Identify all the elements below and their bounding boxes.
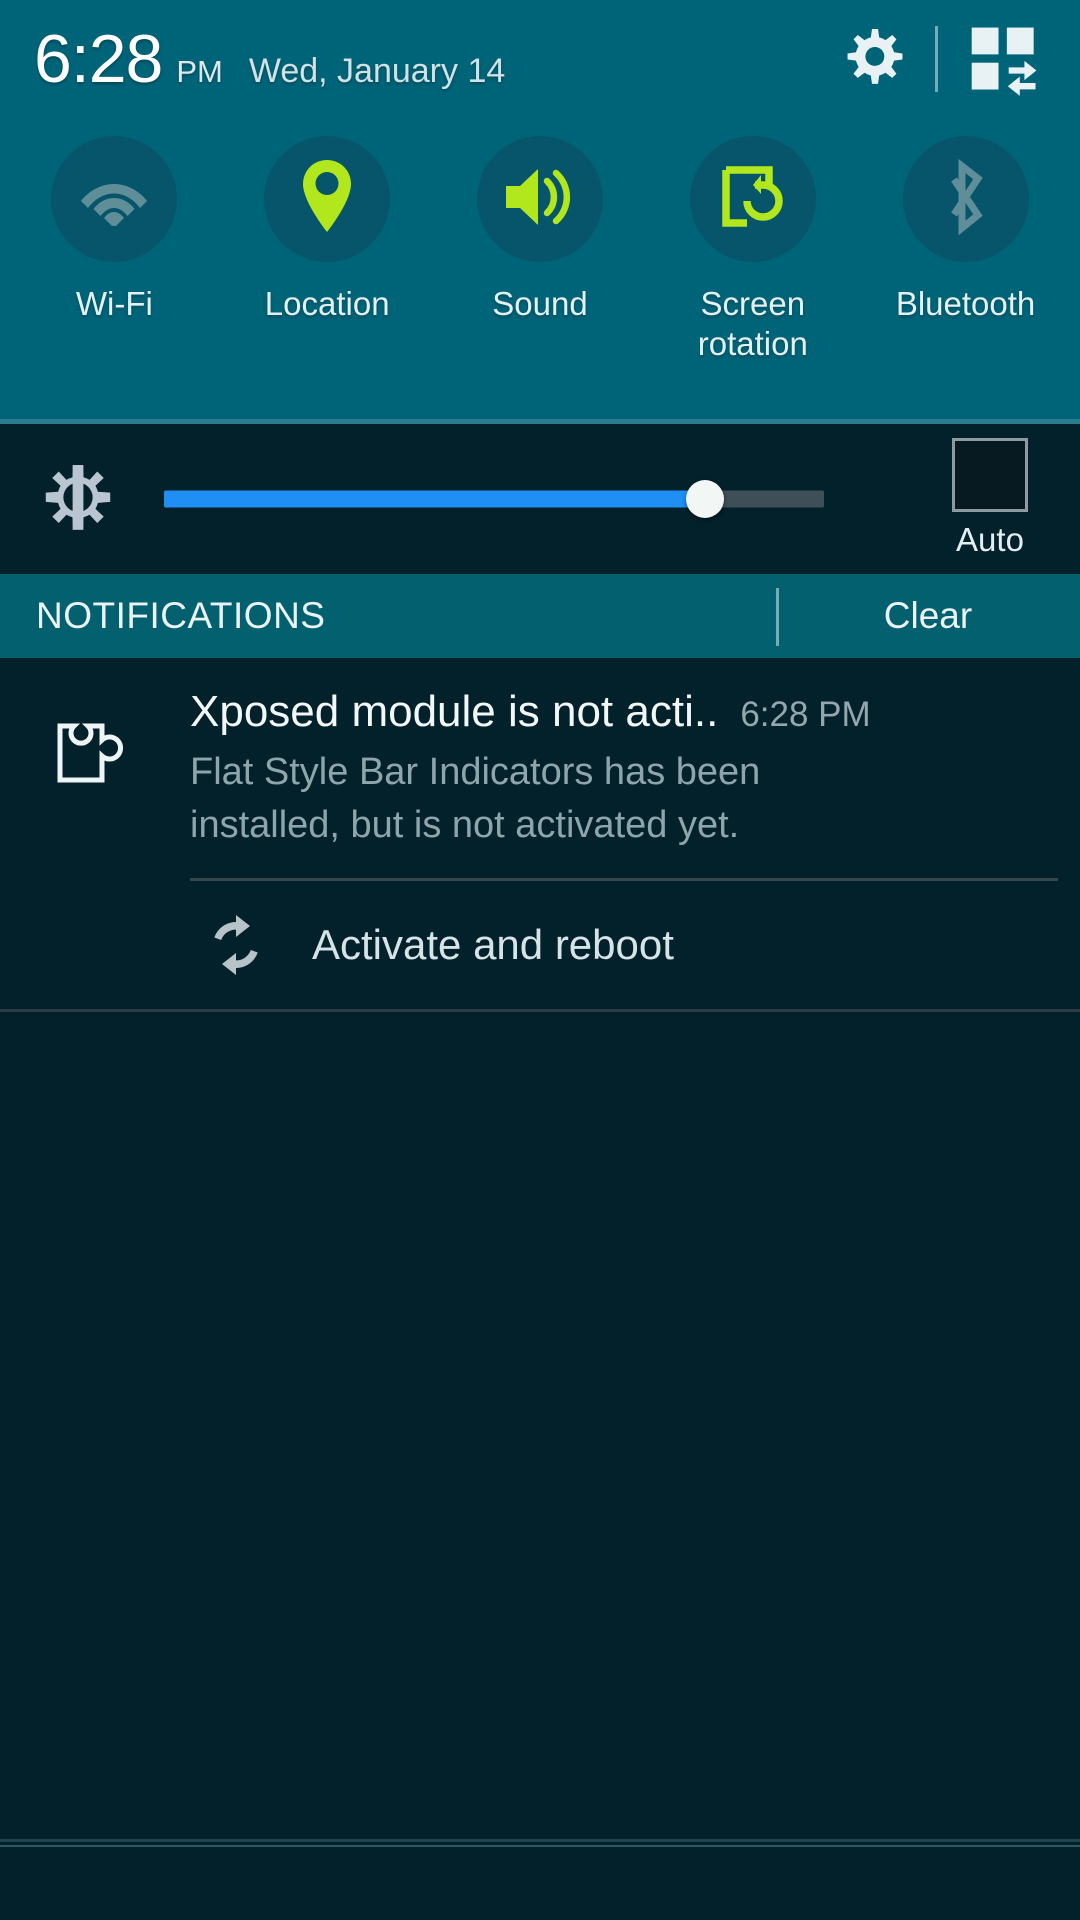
xposed-puzzle-piece-icon [0, 686, 190, 1009]
clock-block[interactable]: 6:28 PM Wed, January 14 [0, 25, 505, 93]
wifi-icon [78, 168, 150, 231]
notification-list: Xposed module is not acti.. 6:28 PM Flat… [0, 658, 1080, 1012]
toggle-screen-rotation-label: Screen rotation [697, 285, 808, 362]
top-actions [833, 0, 1080, 118]
brightness-auto[interactable]: Auto [952, 438, 1028, 558]
clock-date: Wed, January 14 [248, 52, 506, 90]
quick-settings-panel: 6:28 PM Wed, January 14 Wi-Fi Location S… [0, 0, 1080, 424]
quick-toggle-row: Wi-Fi Location Sound Screen rotation Blu… [0, 118, 1080, 418]
status-clock-row: 6:28 PM Wed, January 14 [0, 0, 1080, 118]
shade-bottom-hairline-upper [0, 1845, 1080, 1847]
quick-settings-grid-icon[interactable] [964, 19, 1046, 99]
notification-body: Xposed module is not acti.. 6:28 PM Flat… [190, 686, 1080, 1009]
toggle-wifi-circle [51, 136, 178, 262]
auto-label: Auto [956, 521, 1024, 558]
brightness-slider[interactable] [164, 472, 824, 526]
empty-shade-area [0, 1012, 1080, 1772]
notification-item-xposed[interactable]: Xposed module is not acti.. 6:28 PM Flat… [0, 658, 1080, 1009]
auto-checkbox[interactable] [952, 438, 1028, 512]
brightness-sun-icon [30, 462, 126, 536]
screen-rotation-icon [717, 161, 789, 238]
bluetooth-icon [938, 158, 994, 241]
top-actions-divider [935, 26, 938, 92]
toggle-screen-rotation[interactable]: Screen rotation [651, 118, 855, 364]
notification-title: Xposed module is not acti.. [190, 687, 719, 736]
toggle-sound[interactable]: Sound [438, 118, 642, 324]
toggle-wifi-label: Wi-Fi [75, 285, 153, 322]
refresh-sync-icon [190, 914, 282, 976]
toggle-screen-rotation-circle [689, 136, 816, 262]
brightness-row: Auto [0, 424, 1080, 574]
notifications-title: NOTIFICATIONS [36, 595, 326, 636]
toggle-location[interactable]: Location [225, 118, 429, 324]
toggle-sound-label: Sound [492, 285, 588, 322]
sound-speaker-icon [500, 164, 580, 235]
notification-action-activate-and-reboot[interactable]: Activate and reboot [190, 881, 1058, 1009]
notification-shade: 6:28 PM Wed, January 14 Wi-Fi Location S… [0, 0, 1080, 1920]
toggle-location-circle [264, 136, 391, 262]
brightness-slider-fill [164, 490, 706, 508]
toggle-bluetooth-circle [902, 136, 1029, 262]
toggle-bluetooth-label: Bluetooth [895, 285, 1036, 322]
clear-button[interactable]: Clear [776, 574, 1080, 658]
toggle-location-label: Location [264, 285, 390, 322]
notification-text: Flat Style Bar Indicators has been insta… [190, 751, 761, 846]
notification-time: 6:28 PM [740, 695, 871, 734]
clock-ampm: PM [176, 54, 223, 89]
notification-title-row: Xposed module is not acti.. 6:28 PM [190, 686, 1058, 738]
toggle-bluetooth[interactable]: Bluetooth [864, 118, 1068, 324]
toggle-wifi[interactable]: Wi-Fi [12, 118, 216, 324]
gear-icon[interactable] [833, 20, 911, 98]
notification-action-label: Activate and reboot [312, 921, 674, 968]
clock-time: 6:28 [34, 21, 163, 97]
notification-bottom-divider [0, 1009, 1080, 1012]
brightness-slider-thumb[interactable] [686, 480, 725, 518]
toggle-sound-circle [476, 136, 603, 262]
notifications-header: NOTIFICATIONS Clear [0, 574, 1080, 658]
location-pin-icon [298, 158, 356, 241]
shade-bottom-hairline [0, 1839, 1080, 1842]
